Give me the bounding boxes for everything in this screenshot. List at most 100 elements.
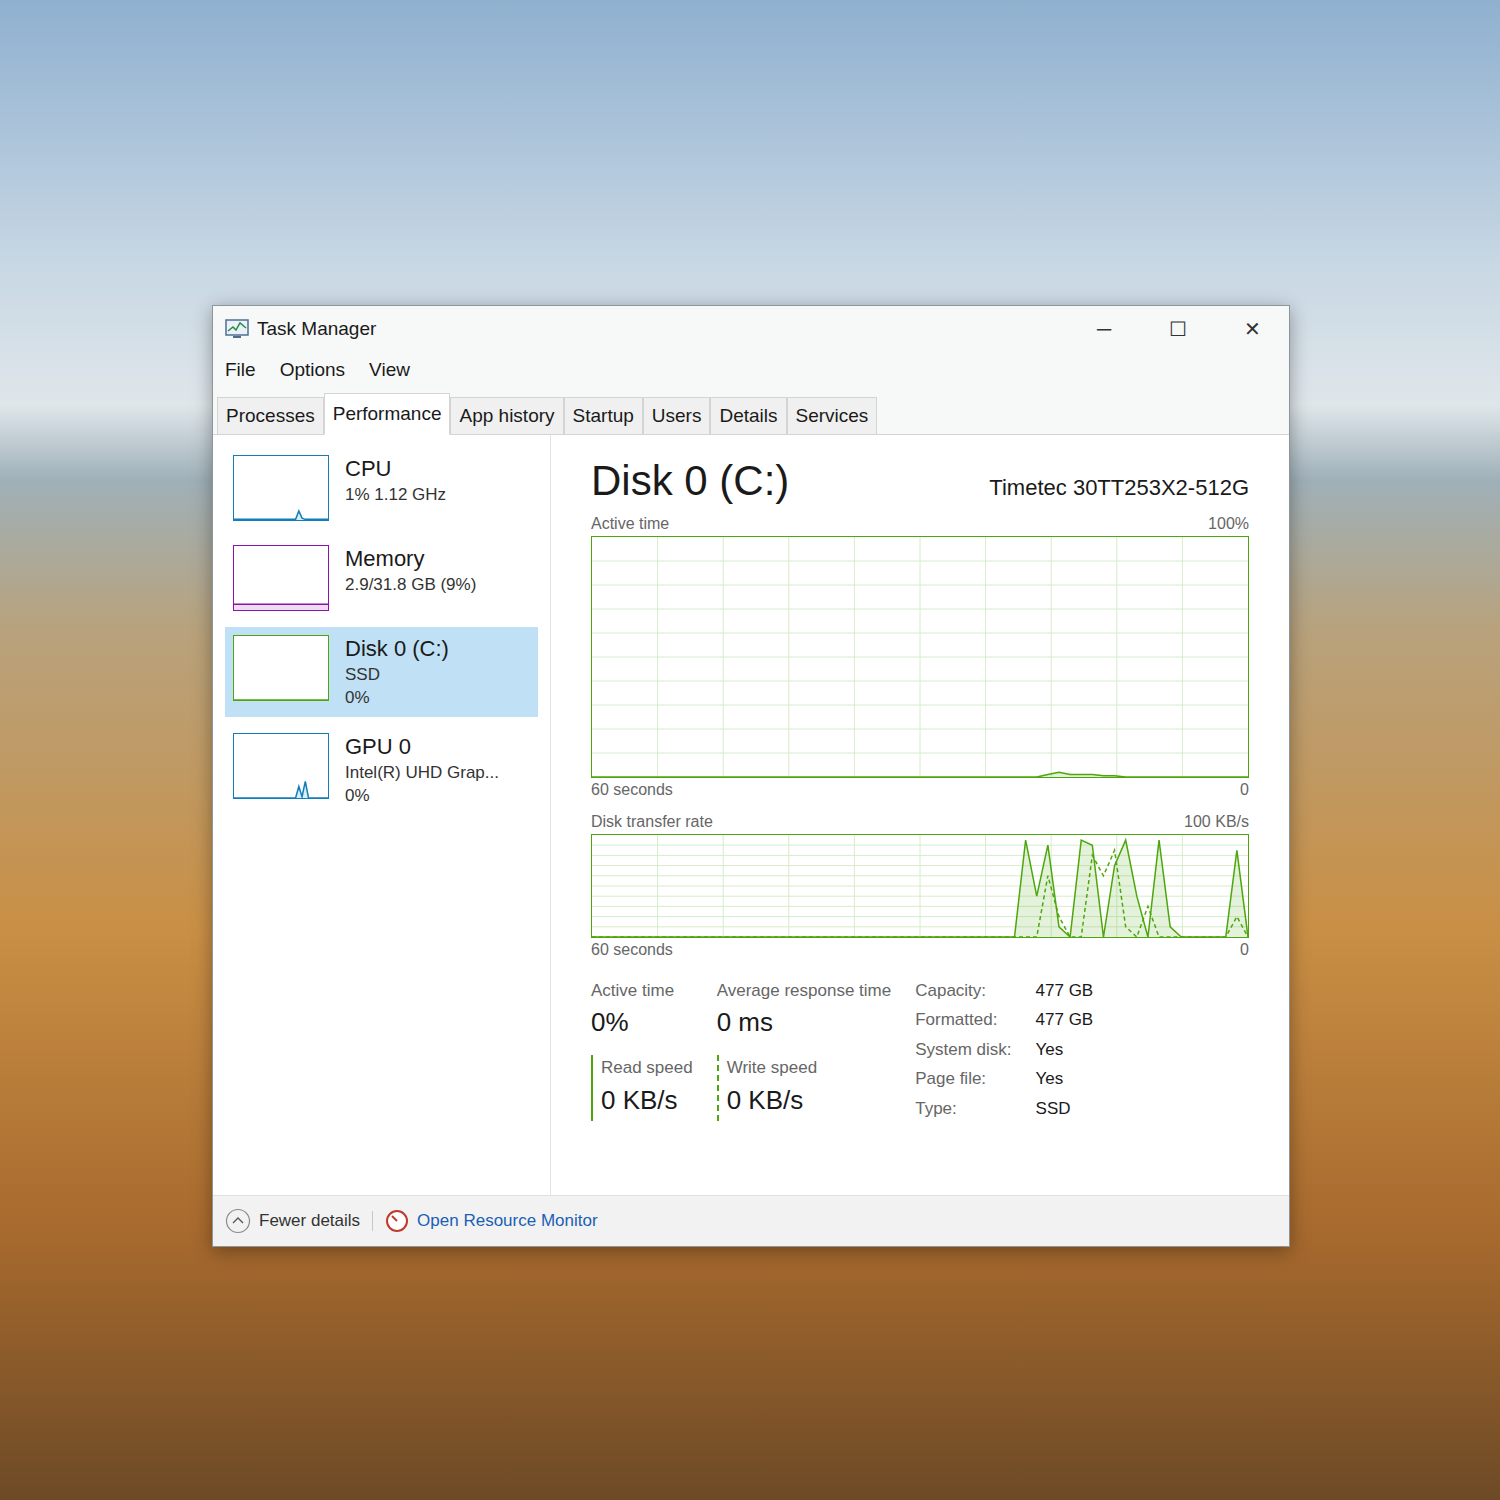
tab[interactable]: Services [787,397,878,435]
property-label: Capacity: [915,978,1011,1004]
sidebar-item-value: 0% [345,686,449,709]
stat-label: Write speed [727,1055,892,1081]
active-time-graph [592,537,1248,777]
stat-label: Average response time [717,978,892,1004]
task-manager-window[interactable]: Task Manager─☐✕FileOptionsViewProcessesP… [212,305,1290,1247]
transfer-chart-axis: 60 seconds 0 [591,938,1249,962]
tab-bar: ProcessesPerformanceApp historyStartupUs… [213,389,1289,436]
desktop: Task Manager─☐✕FileOptionsViewProcessesP… [0,0,1500,1500]
thumbnail-chart [234,636,328,700]
window-control-button[interactable]: ─ [1067,314,1141,344]
stat: Active time0% [591,978,693,1044]
sidebar-item-name: Memory [345,545,476,573]
chart-time: 60 seconds [591,778,673,802]
sidebar-item-name: Disk 0 (C:) [345,635,449,663]
menu-item[interactable]: File [225,356,256,385]
menu-item[interactable]: Options [280,356,345,385]
properties-table: Capacity: 477 GB Formatted: 477 GB System di… [915,978,1093,1122]
chart-grid [592,835,1248,937]
property-value: 477 GB [1036,978,1094,1004]
tab[interactable]: Users [643,397,711,435]
performance-panel: CPU1% 1.12 GHzMemory2.9/31.8 GB (9%)Disk… [213,435,1289,1195]
stats-grid: Active time0% Average response time0 ms Re… [591,978,891,1122]
chart-time: 60 seconds [591,938,673,962]
chart-label: Active time [591,512,669,536]
stat-value: 0 KB/s [601,1081,693,1120]
transfer-rate-graph [592,835,1248,937]
property-value: 477 GB [1036,1007,1094,1033]
sidebar-item[interactable]: CPU1% 1.12 GHz [225,447,538,529]
sidebar-item-value: 1% 1.12 GHz [345,483,446,506]
chart-max: 100% [1208,512,1249,536]
property-value: Yes [1036,1066,1094,1092]
property-label: System disk: [915,1037,1011,1063]
sidebar-item[interactable]: GPU 0Intel(R) UHD Grap...0% [225,725,538,815]
thumbnail-chart [234,734,328,798]
window-title: Task Manager [257,315,376,344]
detail-title: Disk 0 (C:) [591,455,789,508]
stat-value: 0 ms [717,1003,892,1042]
footer-separator [372,1211,373,1231]
active-time-chart [591,536,1249,778]
window-controls: ─☐✕ [1067,314,1289,344]
sidebar-item-value: 2.9/31.8 GB (9%) [345,573,476,596]
property-value: SSD [1036,1096,1094,1122]
task-manager-icon [225,318,249,340]
thumbnail-graph [233,733,329,799]
stat-value: 0% [591,1003,693,1042]
stat: Write speed0 KB/s [717,1055,892,1121]
fewer-details-label: Fewer details [259,1208,360,1234]
detail-header: Disk 0 (C:) Timetec 30TT253X2-512G [591,455,1249,508]
resource-monitor-link[interactable]: Open Resource Monitor [385,1208,597,1234]
resource-monitor-label: Open Resource Monitor [417,1208,597,1234]
window-control-button[interactable]: ☐ [1141,314,1215,344]
thumbnail-chart [234,546,328,610]
sidebar-item-value: SSD [345,663,449,686]
active-chart-axis: 60 seconds 0 [591,778,1249,802]
menu-item[interactable]: View [369,356,410,385]
sidebar-item-text: GPU 0Intel(R) UHD Grap...0% [345,733,499,807]
thumbnail-chart [234,456,328,520]
sidebar-item-text: Disk 0 (C:)SSD0% [345,635,449,709]
chevron-up-icon [225,1208,251,1234]
stat: Read speed0 KB/s [591,1055,693,1121]
thumbnail-graph [233,545,329,611]
sidebar-item[interactable]: Memory2.9/31.8 GB (9%) [225,537,538,619]
transfer-rate-chart [591,834,1249,938]
chart-label: Disk transfer rate [591,810,713,834]
stat: Average response time0 ms [717,978,892,1044]
sidebar: CPU1% 1.12 GHz Memory2.9/31.8 GB (9%) Disk… [213,435,551,1195]
chart-min: 0 [1240,938,1249,962]
tab[interactable]: Startup [564,397,643,435]
tab[interactable]: Performance [324,393,451,436]
tab[interactable]: Processes [217,397,324,435]
property-label: Type: [915,1096,1011,1122]
transfer-chart-labels: Disk transfer rate100 KB/s [591,810,1249,834]
sidebar-item-value: Intel(R) UHD Grap... [345,761,499,784]
sidebar-item[interactable]: Disk 0 (C:)SSD0% [225,627,538,717]
chart-min: 0 [1240,778,1249,802]
tab[interactable]: App history [450,397,563,435]
property-value: Yes [1036,1037,1094,1063]
menu-bar: File Options View [213,352,1289,389]
fewer-details-button[interactable]: Fewer details [225,1208,360,1234]
stat-label: Read speed [601,1055,693,1081]
sidebar-item-name: GPU 0 [345,733,499,761]
stats-area: Active time0% Average response time0 ms Re… [591,978,1249,1122]
disk-model: Timetec 30TT253X2-512G [989,471,1249,508]
thumbnail-graph [233,635,329,701]
title-bar[interactable]: Task Manager ─☐✕ [213,306,1289,352]
sidebar-item-name: CPU [345,455,446,483]
active-chart-labels: Active time 100% [591,512,1249,536]
property-label: Page file: [915,1066,1011,1092]
window-control-button[interactable]: ✕ [1215,314,1289,344]
property-label: Formatted: [915,1007,1011,1033]
chart-grid [592,537,1248,777]
tab[interactable]: Details [710,397,786,435]
sidebar-item-value: 0% [345,784,499,807]
thumbnail-graph [233,455,329,521]
resource-monitor-icon [385,1209,409,1233]
stat-label: Active time [591,978,693,1004]
detail-panel: Disk 0 (C:) Timetec 30TT253X2-512G Active … [551,435,1289,1195]
sidebar-item-text: CPU1% 1.12 GHz [345,455,446,506]
